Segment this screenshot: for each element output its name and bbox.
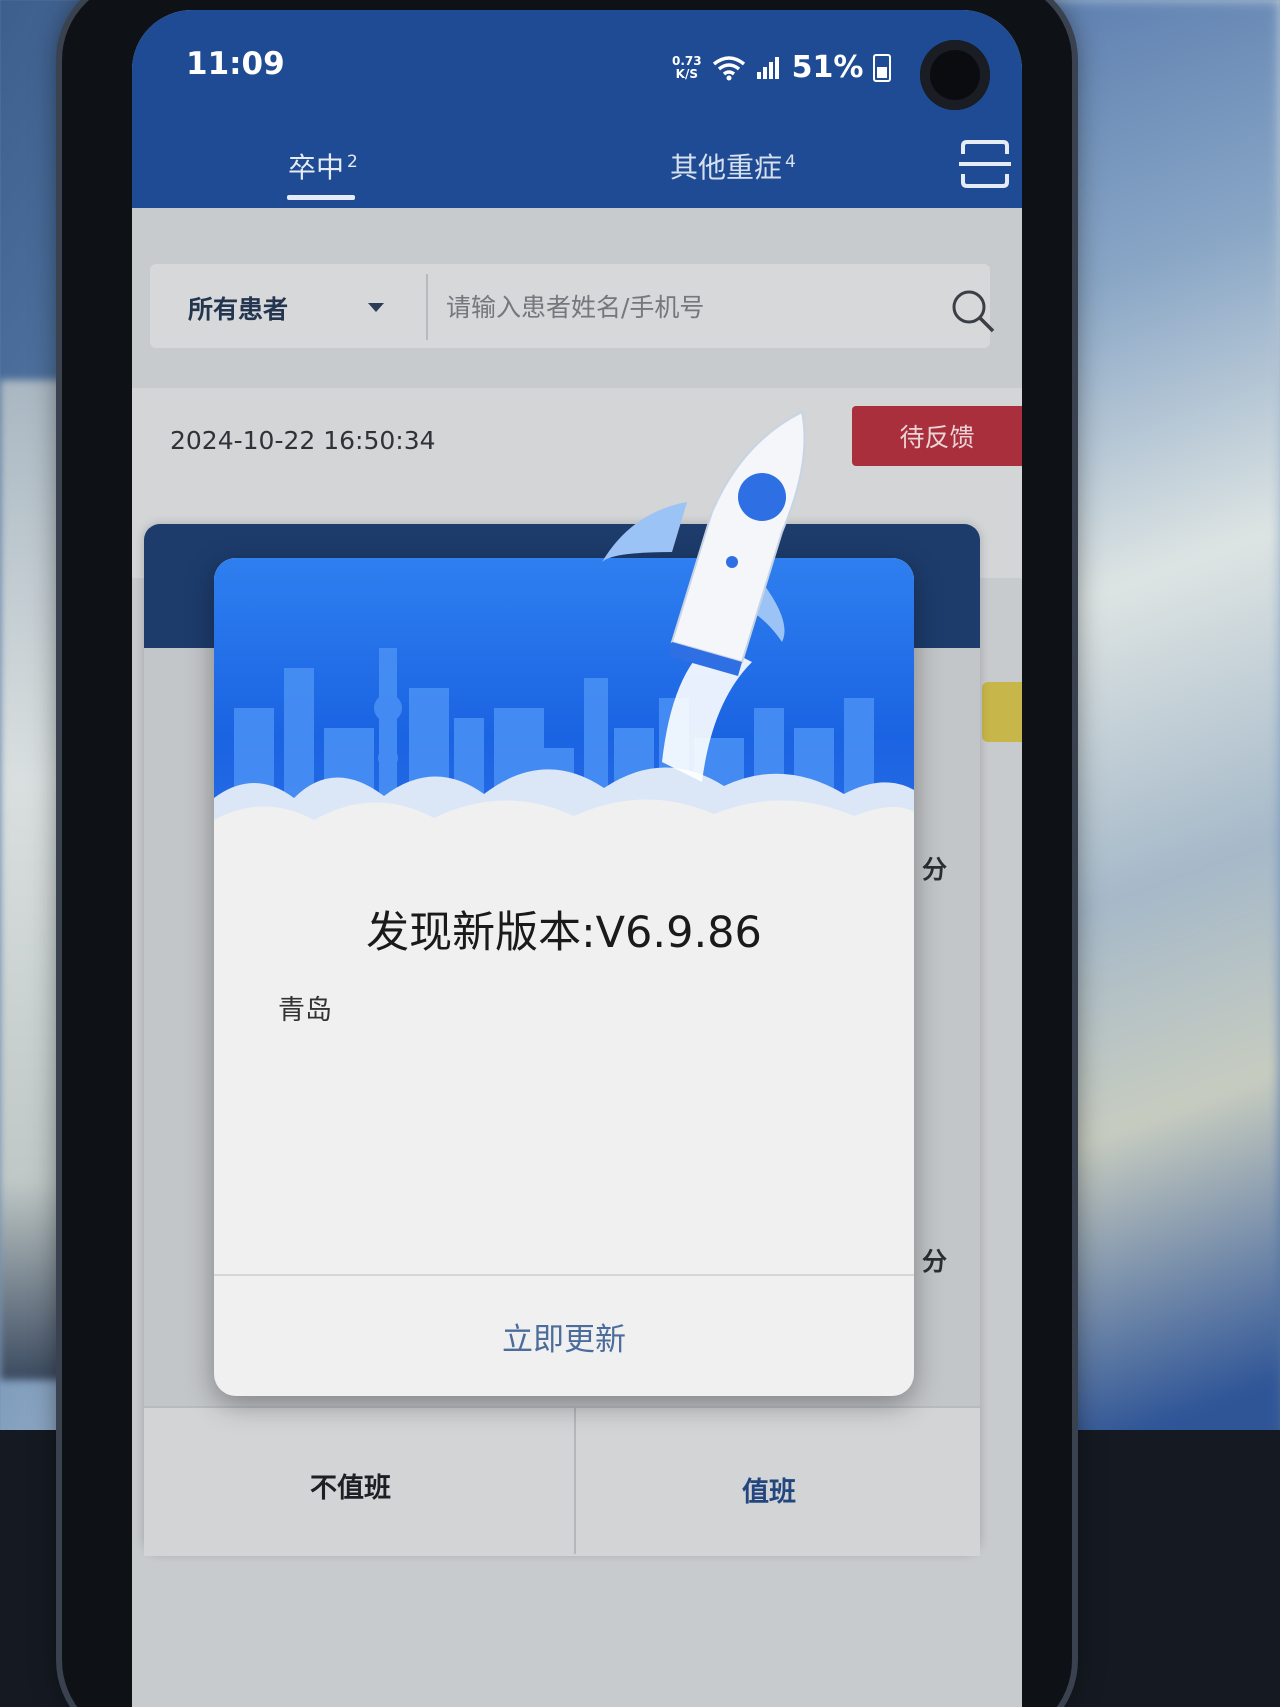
rocket-icon [602,410,806,782]
tab-stroke-badge: 2 [347,151,358,172]
tab-other-critical[interactable]: 其他重症 4 [670,146,796,186]
tab-other-critical-label: 其他重症 [670,151,783,184]
phone-screen: 11:09 0.73 K/S 51% 卒中 2 其他重症 4 所有患者 请输入患… [132,10,1022,1707]
search-divider [426,274,428,340]
on-duty-button[interactable]: 值班 [742,1470,796,1509]
patient-filter-dropdown[interactable]: 所有患者 [188,290,288,326]
tab-other-critical-badge: 4 [785,151,796,172]
status-time: 11:09 [186,46,285,82]
update-now-button[interactable]: 立即更新 [214,1276,914,1396]
status-badge: 待反馈 [852,406,1022,466]
chevron-down-icon[interactable] [368,303,384,312]
scan-icon[interactable] [959,138,1011,190]
tab-stroke[interactable]: 卒中 2 [288,146,358,186]
score-unit-label: 分 [922,855,948,884]
network-speed-unit: K/S [675,66,698,81]
status-marker [982,682,1022,742]
duty-dialog-footer [144,1406,980,1556]
active-tab-indicator [287,195,355,200]
score-unit-label: 分 [922,1247,948,1276]
front-camera [920,40,990,110]
signal-icon [756,56,779,79]
battery-percentage: 51% [791,50,864,85]
tab-stroke-label: 卒中 [288,151,345,184]
footer-divider [574,1406,576,1554]
app-header: 11:09 0.73 K/S 51% 卒中 2 其他重症 4 [132,10,1022,208]
update-title: 发现新版本:V6.9.86 [366,908,762,958]
wifi-icon [712,55,745,80]
network-speed-value: 0.73 [672,53,702,68]
status-icons: 0.73 K/S 51% [672,50,892,85]
update-description: 青岛 [278,995,332,1026]
patient-search-input[interactable] [444,286,888,328]
network-speed: 0.73 K/S [672,53,702,81]
battery-icon [873,53,892,82]
card-timestamp: 2024-10-22 16:50:34 [170,426,436,455]
search-icon[interactable] [950,288,996,334]
off-duty-button[interactable]: 不值班 [310,1466,391,1505]
